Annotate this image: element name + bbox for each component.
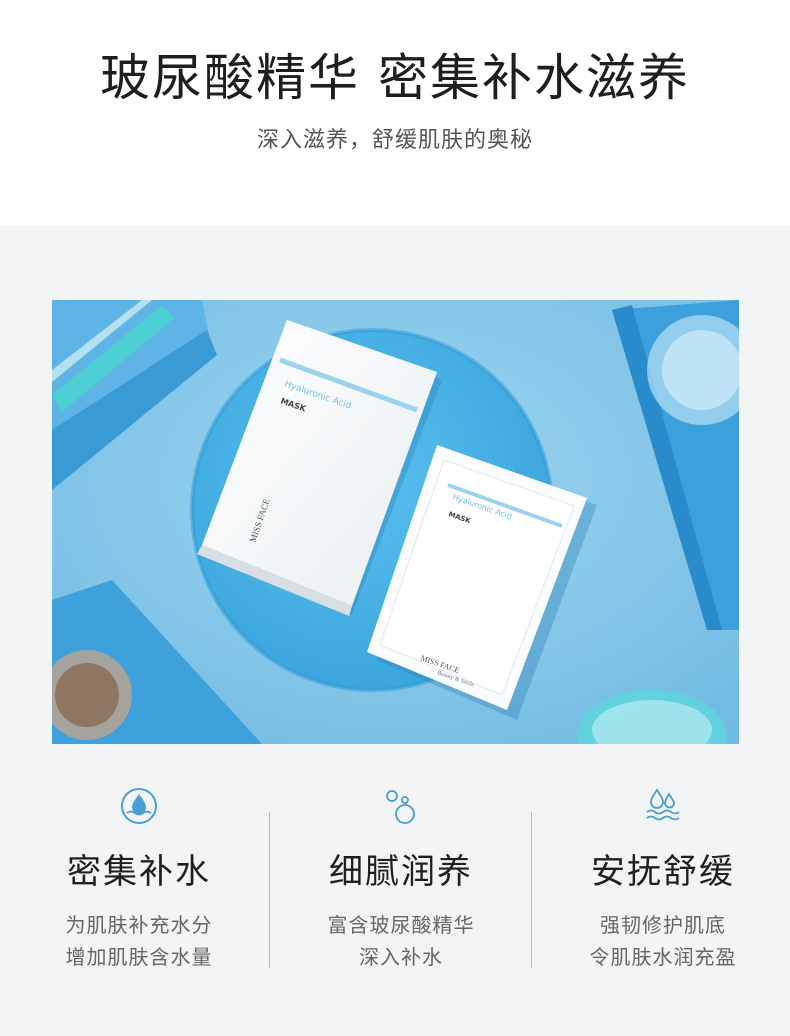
feature-item-soothe: 安抚舒缓 强韧修护肌底 令肌肤水润充盈 <box>532 780 790 973</box>
header-section: 玻尿酸精华 密集补水滋养 深入滋养，舒缓肌肤的奥秘 <box>0 0 790 226</box>
feature-desc: 为肌肤补充水分 增加肌肤含水量 <box>8 909 270 973</box>
product-scene: Hyaluronic Acid MASK MISS FACE Hyaluroni… <box>52 300 739 744</box>
feature-item-hydrate: 密集补水 为肌肤补充水分 增加肌肤含水量 <box>8 780 270 973</box>
feature-desc: 强韧修护肌底 令肌肤水润充盈 <box>532 909 790 973</box>
features-section: 密集补水 为肌肤补充水分 增加肌肤含水量 细腻润养 富含玻尿酸精华 深入补水 安… <box>0 780 790 1000</box>
feature-name: 安抚舒缓 <box>591 852 735 892</box>
product-photo: Hyaluronic Acid MASK MISS FACE Hyaluroni… <box>52 300 739 744</box>
page-title: 玻尿酸精华 密集补水滋养 <box>100 49 690 107</box>
feature-desc-line-2: 令肌肤水润充盈 <box>589 945 737 969</box>
feature-desc-line-1: 强韧修护肌底 <box>600 913 726 937</box>
feature-desc-line-1: 富含玻尿酸精华 <box>327 913 475 937</box>
feature-desc-line-1: 为肌肤补充水分 <box>65 913 213 937</box>
bubbles-icon <box>270 780 532 832</box>
water-drop-icon <box>8 780 270 832</box>
page-subtitle: 深入滋养，舒缓肌肤的奥秘 <box>256 128 533 153</box>
feature-desc-line-2: 深入补水 <box>359 945 443 969</box>
feature-desc: 富含玻尿酸精华 深入补水 <box>270 909 532 973</box>
feature-name: 密集补水 <box>67 852 211 892</box>
water-waves-icon <box>532 780 790 832</box>
feature-name: 细腻润养 <box>329 852 473 892</box>
feature-item-nourish: 细腻润养 富含玻尿酸精华 深入补水 <box>270 780 532 973</box>
feature-desc-line-2: 增加肌肤含水量 <box>65 945 213 969</box>
